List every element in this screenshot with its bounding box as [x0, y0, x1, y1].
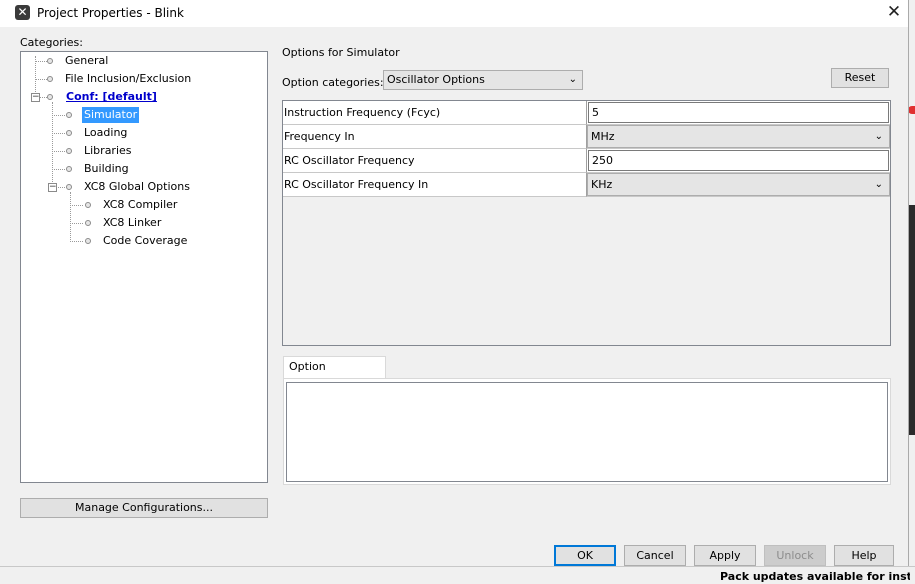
mplab-app-icon: ✕ [15, 5, 30, 20]
manage-configurations-button[interactable]: Manage Configurations... [20, 498, 268, 518]
tree-line [35, 56, 36, 96]
node-bullet-icon [66, 184, 72, 190]
tree-item-label: Code Coverage [103, 234, 188, 247]
tree-line [70, 241, 83, 242]
chevron-down-icon: ⌄ [874, 131, 883, 142]
tree-line [35, 61, 47, 62]
property-name: RC Oscillator Frequency [283, 149, 587, 173]
node-bullet-icon [47, 58, 53, 64]
background-notification-text: Pack updates available for installe [720, 570, 910, 583]
tree-line [70, 205, 83, 206]
option-categories-value: Oscillator Options [387, 73, 485, 86]
tree-item-label: XC8 Global Options [84, 180, 190, 193]
frequency-in-value: MHz [591, 130, 615, 143]
property-value-cell: 5 [587, 101, 890, 125]
categories-label: Categories: [20, 36, 83, 49]
frequency-in-select[interactable]: MHz ⌄ [587, 125, 890, 148]
tree-item-label: Simulator [82, 107, 140, 123]
tree-item-label: Loading [84, 126, 128, 139]
tree-item-label: Conf: [default] [66, 90, 157, 103]
tree-item-label: Libraries [84, 144, 132, 157]
node-bullet-icon [85, 220, 91, 226]
tree-item-label: File Inclusion/Exclusion [65, 72, 192, 85]
property-name: Frequency In [283, 125, 587, 149]
node-bullet-icon [85, 238, 91, 244]
close-icon[interactable]: ✕ [884, 2, 904, 22]
node-bullet-icon [66, 148, 72, 154]
property-sheet: Instruction Frequency (Fcyc) 5 Frequency… [282, 100, 891, 346]
tree-line [52, 115, 65, 116]
option-description-text [286, 382, 888, 482]
unlock-button: Unlock [764, 545, 826, 566]
background-dark-panel [908, 205, 915, 435]
option-categories-label: Option categories: [282, 76, 384, 89]
chevron-down-icon: ⌄ [568, 74, 577, 85]
instruction-frequency-input[interactable]: 5 [588, 102, 889, 123]
node-bullet-icon [66, 112, 72, 118]
rc-oscillator-frequency-input[interactable]: 250 [588, 150, 889, 171]
rc-oscillator-frequency-in-select[interactable]: KHz ⌄ [587, 173, 890, 196]
node-bullet-icon [66, 166, 72, 172]
tree-line [35, 79, 47, 80]
cancel-button[interactable]: Cancel [624, 545, 686, 566]
tree-item-label: Building [84, 162, 129, 175]
collapse-icon[interactable]: − [48, 183, 57, 192]
background-status-bar: Pack updates available for installe [0, 566, 915, 584]
property-value-cell: MHz ⌄ [587, 125, 890, 149]
tree-line [70, 223, 83, 224]
node-bullet-icon [85, 202, 91, 208]
tree-line [70, 192, 71, 242]
property-row: RC Oscillator Frequency In KHz ⌄ [283, 173, 890, 197]
node-bullet-icon [66, 130, 72, 136]
window-title: Project Properties - Blink [37, 6, 184, 20]
reset-button[interactable]: Reset [831, 68, 889, 88]
property-name: Instruction Frequency (Fcyc) [283, 101, 587, 125]
property-row: RC Oscillator Frequency 250 [283, 149, 890, 173]
tab-option-description[interactable]: Option Description [283, 356, 386, 393]
option-description-panel [283, 378, 891, 485]
property-name: RC Oscillator Frequency In [283, 173, 587, 197]
title-bar: ✕ Project Properties - Blink ✕ [0, 0, 908, 27]
option-categories-select[interactable]: Oscillator Options ⌄ [383, 70, 583, 90]
chevron-down-icon: ⌄ [874, 179, 883, 190]
tree-item-label: XC8 Linker [103, 216, 162, 229]
tree-line [40, 97, 47, 98]
property-value-cell: KHz ⌄ [587, 173, 890, 197]
project-properties-dialog: ✕ Project Properties - Blink ✕ Categorie… [0, 0, 909, 566]
collapse-icon[interactable]: − [31, 93, 40, 102]
node-bullet-icon [47, 94, 53, 100]
tree-line [52, 169, 65, 170]
background-red-marker [908, 106, 915, 114]
apply-button[interactable]: Apply [694, 545, 756, 566]
tree-line [52, 151, 65, 152]
rc-oscillator-frequency-in-value: KHz [591, 178, 613, 191]
tree-line [52, 133, 65, 134]
tree-line [58, 187, 65, 188]
tree-item-label: General [65, 54, 109, 67]
tree-item-label: XC8 Compiler [103, 198, 178, 211]
categories-tree[interactable]: − − General File Inclusion/Exclusion Con… [20, 51, 268, 483]
property-value-cell: 250 [587, 149, 890, 173]
help-button[interactable]: Help [834, 545, 894, 566]
options-title: Options for Simulator [282, 46, 400, 59]
property-row: Instruction Frequency (Fcyc) 5 [283, 101, 890, 125]
property-row: Frequency In MHz ⌄ [283, 125, 890, 149]
ok-button[interactable]: OK [554, 545, 616, 566]
node-bullet-icon [47, 76, 53, 82]
